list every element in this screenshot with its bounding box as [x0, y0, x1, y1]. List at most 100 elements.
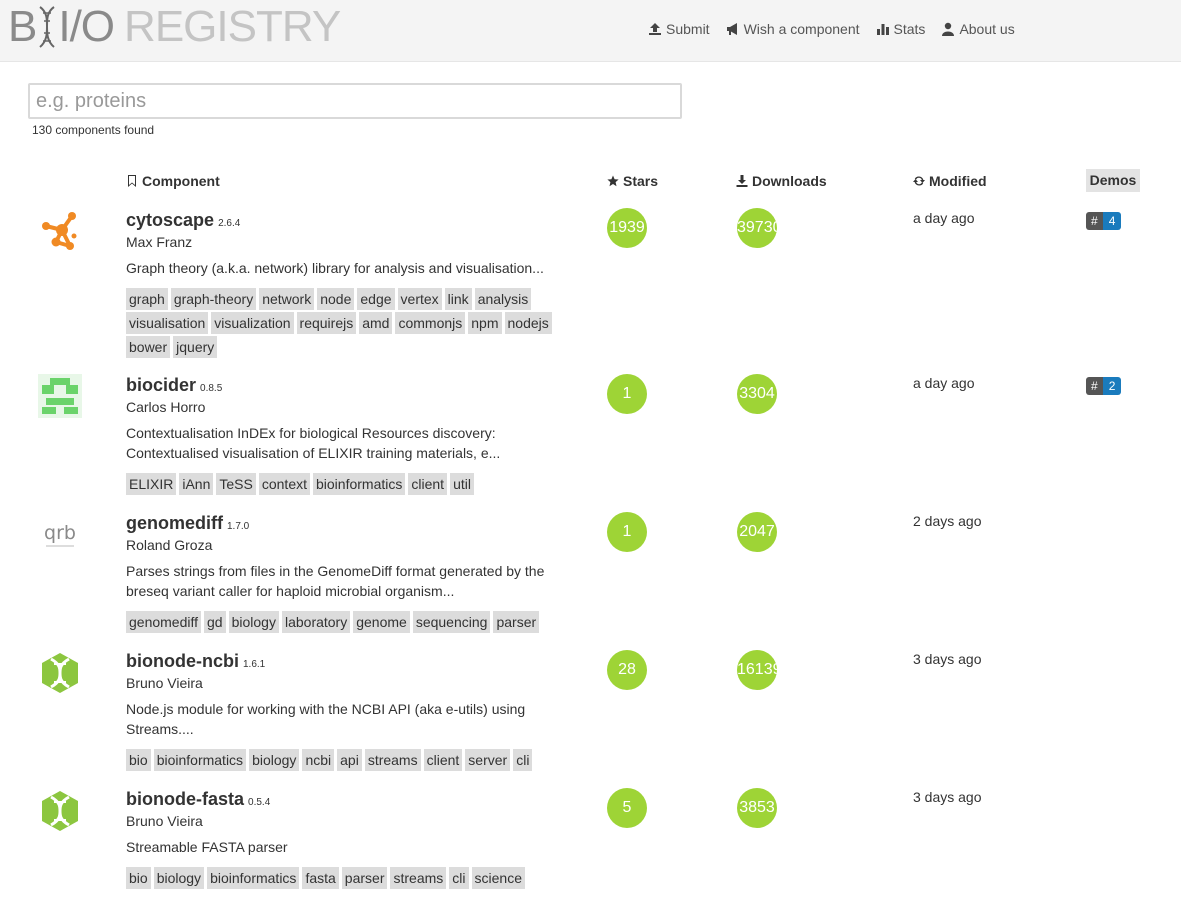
component-version: 0.5.4: [248, 797, 271, 808]
nav-wish[interactable]: Wish a component: [726, 21, 860, 37]
component-name-link[interactable]: bionode-fasta: [126, 789, 244, 809]
tag[interactable]: TeSS: [216, 473, 256, 495]
stars-count-badge: 5: [607, 788, 647, 828]
component-title: genomediff 1.7.0: [126, 513, 249, 534]
component-description: Contextualisation InDEx for biological R…: [126, 425, 501, 461]
component-version: 1.7.0: [227, 521, 250, 532]
tag[interactable]: iAnn: [179, 473, 214, 495]
tag[interactable]: bioinformatics: [313, 473, 406, 495]
component-author: Max Franz: [126, 234, 193, 250]
column-header-downloads[interactable]: Downloads: [736, 173, 827, 189]
tag[interactable]: graph-theory: [170, 288, 257, 310]
refresh-icon: [913, 176, 925, 186]
tag[interactable]: biology: [228, 611, 279, 633]
tag-list: ELIXIR iAnn TeSS context bioinformatics …: [126, 473, 556, 495]
search-input[interactable]: [28, 83, 682, 119]
nav-submit[interactable]: Submit: [648, 21, 710, 37]
tag[interactable]: genomediff: [126, 611, 202, 633]
column-header-modified[interactable]: Modified: [913, 173, 987, 189]
logo-text-b: B: [8, 2, 37, 51]
component-name-link[interactable]: cytoscape: [126, 210, 214, 230]
tag[interactable]: sequencing: [412, 611, 491, 633]
column-header-downloads-label: Downloads: [752, 173, 827, 189]
tag[interactable]: jquery: [173, 336, 218, 358]
component-description: Parses strings from files in the GenomeD…: [126, 563, 545, 599]
component-title: bionode-fasta 0.5.4: [126, 789, 270, 810]
tag[interactable]: biology: [249, 749, 300, 771]
tag[interactable]: client: [423, 749, 463, 771]
tag[interactable]: ncbi: [302, 749, 335, 771]
nav-submit-label: Submit: [666, 21, 710, 37]
cytoscape-logo-icon: [42, 212, 77, 250]
tag[interactable]: parser: [341, 867, 388, 889]
tag[interactable]: network: [259, 288, 315, 310]
tag[interactable]: bioinformatics: [207, 867, 300, 889]
demos-count: 2: [1102, 377, 1122, 395]
tag-list: genomediff gd biology laboratory genome …: [126, 611, 556, 633]
megaphone-icon: [726, 23, 737, 35]
identicon-icon: [38, 374, 82, 418]
hash-icon: #: [1086, 212, 1103, 230]
tag[interactable]: util: [450, 473, 474, 495]
tag[interactable]: context: [258, 473, 310, 495]
component-name-link[interactable]: biocider: [126, 375, 196, 395]
component-name-link[interactable]: genomediff: [126, 513, 223, 533]
tag[interactable]: visualisation: [126, 312, 209, 334]
component-description: Graph theory (a.k.a. network) library fo…: [126, 260, 544, 276]
modified-date: 3 days ago: [913, 789, 982, 805]
tag[interactable]: genome: [353, 611, 410, 633]
tag[interactable]: edge: [357, 288, 395, 310]
tag[interactable]: node: [317, 288, 355, 310]
tag[interactable]: server: [465, 749, 511, 771]
column-header-stars[interactable]: Stars: [607, 173, 658, 189]
tag[interactable]: cli: [449, 867, 469, 889]
tag[interactable]: link: [444, 288, 472, 310]
stars-count-badge: 1: [607, 374, 647, 414]
tag[interactable]: science: [471, 867, 525, 889]
tag[interactable]: graph: [126, 288, 168, 310]
tag[interactable]: bio: [126, 867, 151, 889]
download-icon: [736, 175, 748, 187]
tag[interactable]: analysis: [474, 288, 532, 310]
logo-text-registry: REGISTRY: [124, 2, 341, 51]
svg-text:qrb: qrb: [44, 522, 76, 544]
component-name-link[interactable]: bionode-ncbi: [126, 651, 239, 671]
biojs-logo[interactable]: B I/O REGISTRY: [8, 2, 341, 51]
nav-about-label: About us: [959, 21, 1015, 37]
nav-stats-label: Stats: [893, 21, 926, 37]
tag[interactable]: laboratory: [281, 611, 351, 633]
tag[interactable]: api: [337, 749, 362, 771]
tag[interactable]: biology: [153, 867, 205, 889]
tag[interactable]: bioinformatics: [153, 749, 247, 771]
tag[interactable]: requirejs: [296, 312, 357, 334]
tag[interactable]: cli: [513, 749, 533, 771]
tag[interactable]: commonjs: [395, 312, 466, 334]
tag[interactable]: parser: [493, 611, 540, 633]
nav-about[interactable]: About us: [941, 21, 1015, 37]
star-icon: [607, 175, 619, 187]
top-navbar: B I/O REGISTRY Submit Wish a component S…: [0, 0, 1181, 62]
tag[interactable]: amd: [359, 312, 393, 334]
tag[interactable]: vertex: [397, 288, 442, 310]
tag[interactable]: bower: [126, 336, 171, 358]
tag[interactable]: streams: [364, 749, 421, 771]
tag[interactable]: streams: [390, 867, 447, 889]
tag[interactable]: gd: [204, 611, 226, 633]
tag[interactable]: npm: [468, 312, 502, 334]
demos-badge[interactable]: # 2: [1086, 377, 1122, 395]
tag[interactable]: bio: [126, 749, 151, 771]
component-title: biocider 0.8.5: [126, 375, 222, 396]
tag[interactable]: fasta: [302, 867, 339, 889]
component-author: Bruno Vieira: [126, 675, 203, 691]
column-header-demos[interactable]: Demos: [1086, 169, 1140, 192]
demos-badge[interactable]: # 4: [1086, 212, 1122, 230]
tag[interactable]: ELIXIR: [126, 473, 177, 495]
tag[interactable]: visualization: [211, 312, 294, 334]
logo-text-io: I/O: [58, 2, 115, 51]
bookmark-icon: [128, 175, 136, 187]
tag[interactable]: nodejs: [504, 312, 552, 334]
column-header-component[interactable]: Component: [126, 173, 220, 189]
column-header-stars-label: Stars: [623, 173, 659, 189]
tag[interactable]: client: [408, 473, 448, 495]
nav-stats[interactable]: Stats: [876, 21, 926, 37]
